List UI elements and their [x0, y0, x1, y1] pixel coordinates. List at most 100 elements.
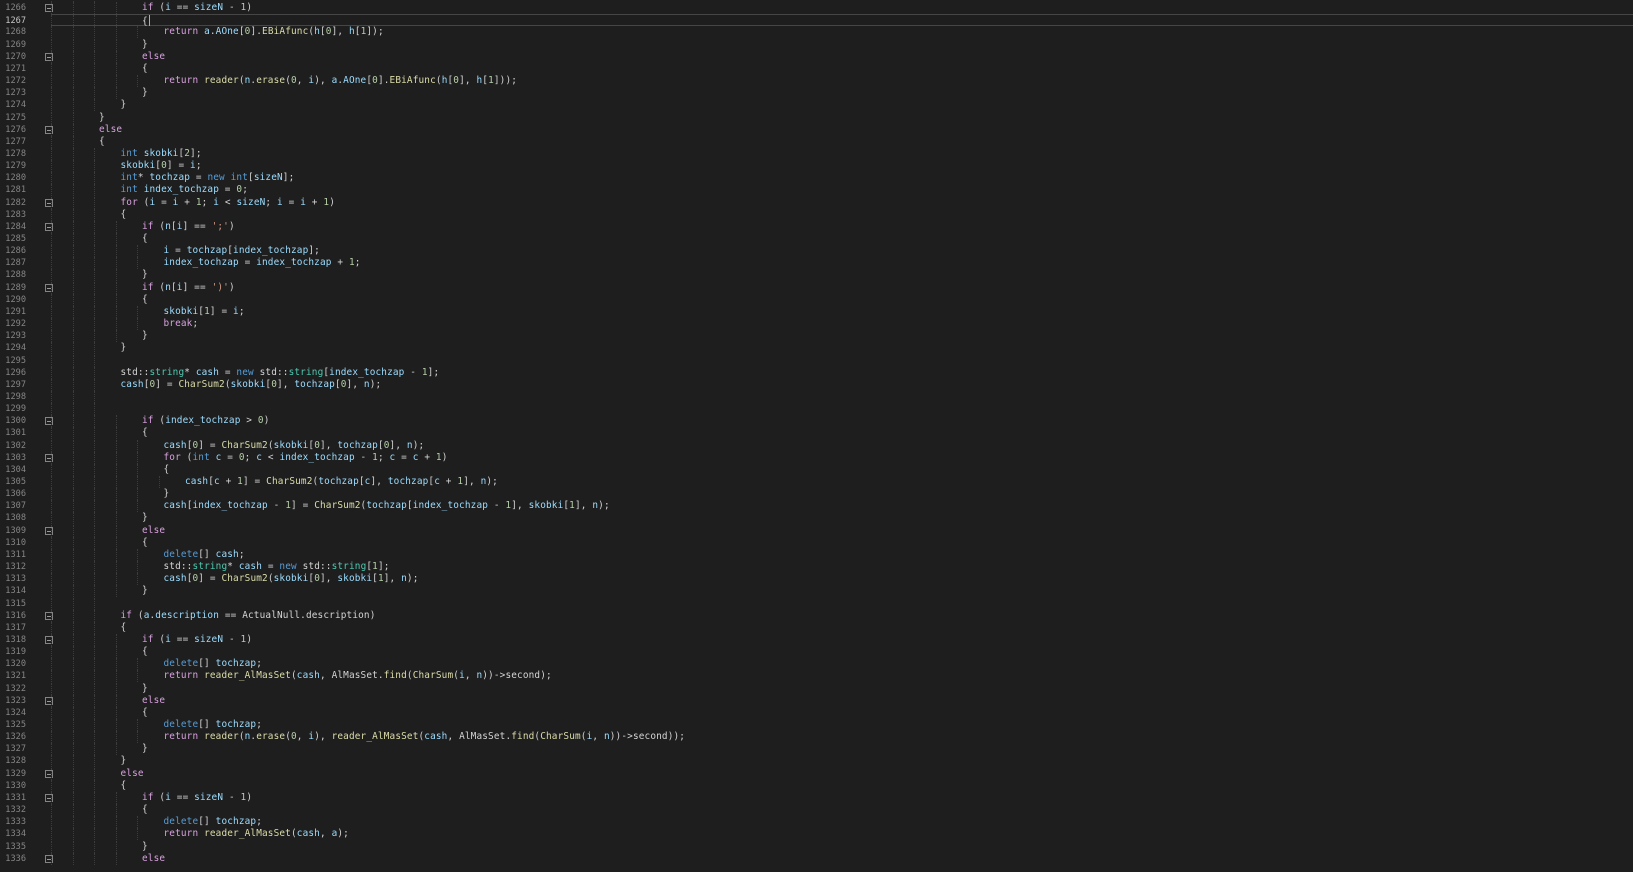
code-line[interactable]: 1330 { — [0, 779, 1633, 792]
code-line[interactable]: 1322} — [0, 682, 1633, 695]
code-line[interactable]: 1302 cash[0] = CharSum2(skobki[0], tochza… — [0, 439, 1633, 452]
code-line[interactable]: 1267{ — [5, 14, 1633, 28]
indent-guide — [72, 245, 74, 258]
code-line[interactable]: 1272 return reader(n.erase(0, i), a.AOne[… — [0, 75, 1633, 88]
code-line[interactable]: 1279 skobki[0] = i; — [0, 160, 1633, 173]
code-line[interactable]: 1266 if (i == sizeN - 1) — [0, 2, 1633, 15]
indent-guide — [115, 816, 117, 829]
code-line[interactable]: 1329 else — [0, 767, 1633, 780]
code-line[interactable]: 1314} — [0, 585, 1633, 598]
code-line[interactable]: 1298 — [0, 390, 1633, 403]
code-token: else — [142, 694, 166, 706]
code-line[interactable]: 1283 { — [0, 208, 1633, 221]
code-line[interactable]: 1320 delete[] tochzap; — [0, 658, 1633, 671]
code-line[interactable]: 1291 skobki[1] = i; — [0, 305, 1633, 318]
code-token: { — [142, 233, 148, 244]
code-line[interactable]: 1333 delete[] tochzap; — [0, 816, 1633, 829]
code-line[interactable]: 1284 if (n[i] == ';') — [0, 220, 1633, 233]
code-line[interactable]: 1269} — [0, 38, 1633, 51]
indent-guide — [137, 305, 138, 318]
code-line[interactable]: 1335} — [0, 840, 1633, 853]
code-line[interactable]: 1319 { — [0, 646, 1633, 659]
code-line[interactable]: 1332 { — [0, 804, 1633, 817]
code-line[interactable]: 1309 else — [0, 524, 1633, 537]
code-token: return — [163, 731, 199, 743]
code-line[interactable]: 1334 return reader_AlMasSet(cash, a); — [0, 828, 1633, 841]
code-line[interactable]: 1305 cash[c + 1] = CharSum2(tochzap[c], t… — [0, 476, 1633, 488]
code-line[interactable]: 1271 { — [0, 62, 1633, 75]
code-line[interactable]: 1311 delete[] cash; — [0, 548, 1633, 561]
code-line[interactable]: 1304 { — [0, 463, 1633, 476]
indent-guide — [51, 305, 52, 318]
code-text: if (i == sizeN - 1) — [142, 2, 252, 14]
code-line[interactable]: 1276 else — [0, 123, 1633, 136]
code-line[interactable]: 1273} — [0, 87, 1633, 100]
indent-guide — [51, 719, 52, 731]
code-line[interactable]: 1327} — [0, 743, 1633, 756]
code-token: CharSum — [540, 731, 581, 743]
code-line[interactable]: 1318 if (i == sizeN - 1) — [0, 633, 1633, 646]
code-line[interactable]: 1303 for (int c = 0; c < index_tochzap - … — [0, 451, 1633, 464]
code-line[interactable]: 1297 cash[0] = CharSum2(skobki[0], tochza… — [0, 378, 1633, 391]
code-line[interactable]: 1282 for (i = i + 1; i < sizeN; i = i + 1… — [0, 196, 1633, 209]
code-line[interactable]: 1306} — [0, 488, 1633, 501]
code-line[interactable]: 1317 { — [0, 621, 1633, 634]
code-line[interactable]: 1280 int* tochzap = new int[sizeN]; — [0, 172, 1633, 185]
code-line[interactable]: 1290 { — [0, 293, 1633, 306]
code-line[interactable]: 1294} — [0, 342, 1633, 355]
code-line[interactable]: 1274} — [0, 99, 1633, 112]
code-line[interactable]: 1307 cash[index_tochzap - 1] = CharSum2(t… — [0, 500, 1633, 513]
code-line[interactable]: 1299 — [0, 403, 1633, 416]
code-line[interactable]: 1288} — [0, 269, 1633, 282]
code-token: { — [121, 0, 127, 1]
line-number: 1276 — [5, 124, 26, 135]
line-number: 1281 — [5, 185, 26, 196]
code-line[interactable]: 1326 return reader(n.erase(0, i), reader_… — [0, 731, 1633, 744]
code-line[interactable]: 1295 — [0, 354, 1633, 367]
code-token: { — [120, 208, 127, 220]
code-line[interactable]: 1270 else — [0, 50, 1633, 63]
code-line[interactable]: 1310 { — [0, 536, 1633, 549]
code-text: { — [142, 707, 148, 719]
code-line[interactable]: 1312 std::string* cash = new std::string[… — [0, 561, 1633, 574]
code-line[interactable]: 1287 index_tochzap = index_tochzap + 1; — [0, 257, 1633, 270]
line-number: 1299 — [5, 404, 26, 415]
code-line[interactable]: 1325 delete[] tochzap; — [0, 719, 1633, 731]
code-line[interactable]: 1331 if (i == sizeN - 1) — [0, 791, 1633, 804]
code-line[interactable]: 1323 else — [0, 694, 1633, 707]
line-number: 1335 — [5, 841, 26, 852]
code-line[interactable]: 1336 else — [0, 852, 1633, 865]
code-line[interactable]: 1313 cash[0] = CharSum2(skobki[0], skobki… — [0, 573, 1633, 586]
indent-guide — [72, 536, 74, 549]
code-line[interactable]: 1286 i = tochzap[index_tochzap]; — [0, 245, 1633, 258]
code-text: break; — [164, 318, 199, 330]
code-line[interactable]: 1296 std::string* cash = new std::string[… — [0, 366, 1633, 379]
code-token: ; — [244, 451, 257, 463]
code-line[interactable]: 1301 { — [0, 427, 1633, 440]
code-line[interactable]: 1289 if (n[i] == ')') — [0, 281, 1633, 294]
code-line[interactable]: 1328} — [0, 755, 1633, 768]
code-line[interactable]: 1293} — [0, 330, 1633, 343]
code-line[interactable]: 1292 break; — [0, 318, 1633, 331]
code-line[interactable]: 1321 return reader_AlMasSet(cash, AlMasSe… — [0, 670, 1633, 683]
code-line[interactable]: 1324 { — [0, 706, 1633, 719]
code-text: int skobki[2]; — [121, 148, 202, 160]
code-token: index_tochzap — [165, 415, 241, 427]
code-token: } — [142, 330, 148, 342]
code-editor[interactable]: 1265{1266if (i == sizeN - 1)1267{1268ret… — [0, 0, 1633, 872]
code-line[interactable]: 1275} — [0, 111, 1633, 124]
line-number: 1307 — [5, 501, 26, 512]
code-line[interactable]: 1285 { — [0, 233, 1633, 245]
code-line[interactable]: 1277 { — [0, 135, 1633, 148]
code-line[interactable]: 1316 if (a.description == ActualNull.desc… — [0, 609, 1633, 622]
line-number: 1296 — [5, 367, 26, 378]
code-line[interactable]: 1300 if (index_tochzap > 0) — [0, 415, 1633, 428]
indent-guide — [51, 828, 52, 841]
code-line[interactable]: 1278 int skobki[2]; — [0, 147, 1633, 160]
code-line[interactable]: 1315 — [0, 597, 1633, 610]
indent-guide — [51, 500, 52, 513]
code-line[interactable]: 1308} — [0, 512, 1633, 525]
code-line[interactable]: 1281 int index_tochzap = 0; — [0, 184, 1633, 197]
code-line[interactable]: 1268 return a.AOne[0].EBiAfunc(h[0], h[1]… — [0, 26, 1633, 39]
code-token: int — [120, 147, 138, 159]
